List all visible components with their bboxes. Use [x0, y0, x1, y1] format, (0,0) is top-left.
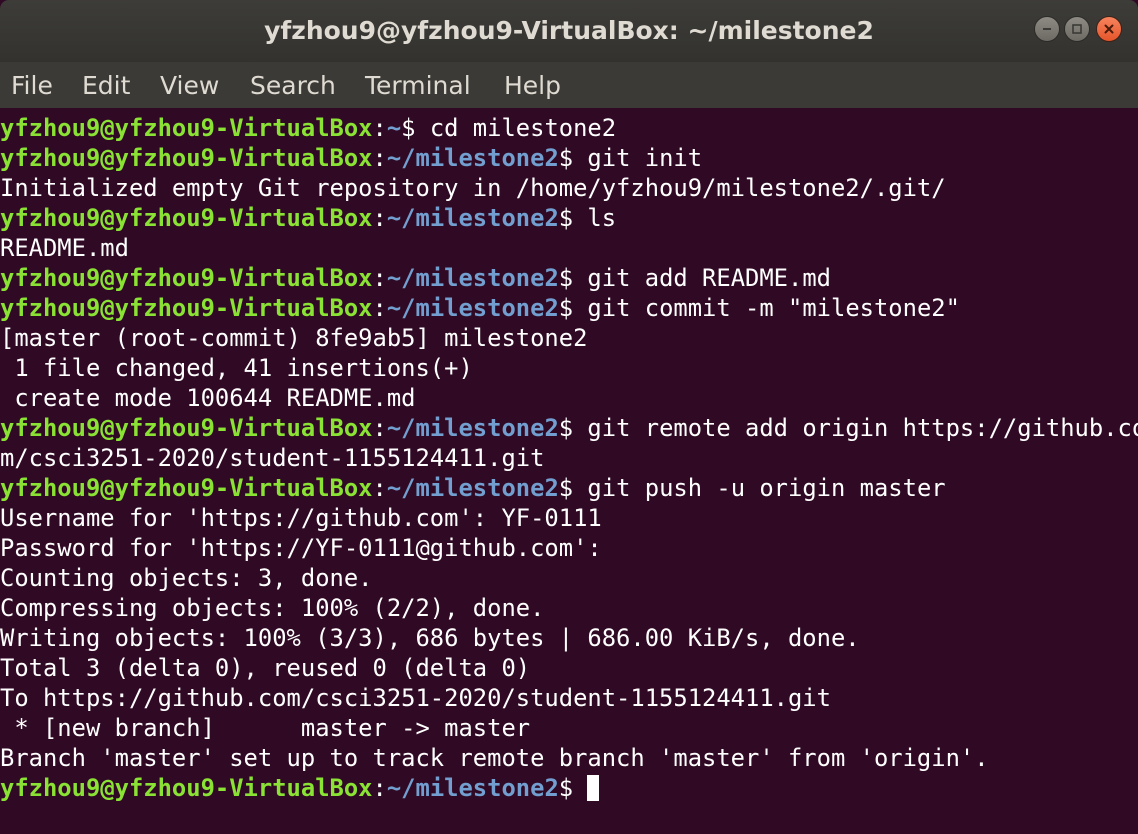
output-line: Counting objects: 3, done.	[0, 564, 373, 592]
menu-help[interactable]: Help	[504, 62, 561, 108]
command-text: $ git commit -m "milestone2"	[558, 294, 960, 322]
command-text: $ ls	[558, 204, 617, 232]
output-line: Initialized empty Git repository in /hom…	[0, 174, 946, 202]
text-cursor	[587, 775, 600, 801]
prompt-separator: :	[372, 204, 387, 232]
prompt-separator: :	[372, 774, 387, 802]
prompt-line: yfzhou9@yfzhou9-VirtualBox:~/milestone2$…	[0, 143, 1138, 173]
prompt-separator: :	[372, 114, 387, 142]
menu-terminal[interactable]: Terminal	[365, 62, 471, 108]
command-text: $ git remote add origin https://github.c…	[558, 414, 1138, 442]
maximize-button[interactable]	[1064, 16, 1090, 42]
menu-search[interactable]: Search	[250, 62, 336, 108]
prompt-line: yfzhou9@yfzhou9-VirtualBox:~/milestone2$…	[0, 293, 1138, 323]
menu-view[interactable]: View	[160, 62, 219, 108]
menu-bar: File Edit View Search Terminal Help	[0, 62, 1138, 108]
close-button[interactable]	[1096, 16, 1122, 42]
menu-edit[interactable]: Edit	[82, 62, 130, 108]
output-line: Compressing objects: 100% (2/2), done.	[0, 594, 545, 622]
command-text: $ git init	[558, 144, 703, 172]
maximize-icon	[1072, 24, 1082, 34]
prompt-path: ~/milestone2	[386, 144, 559, 172]
command-text: $ cd milestone2	[401, 114, 617, 142]
prompt-path: ~/milestone2	[386, 414, 559, 442]
prompt-line: yfzhou9@yfzhou9-VirtualBox:~/milestone2$…	[0, 263, 1138, 293]
prompt-separator: :	[372, 294, 387, 322]
minimize-button[interactable]	[1034, 16, 1060, 42]
output-line: Writing objects: 100% (3/3), 686 bytes |…	[0, 624, 860, 652]
prompt-path: ~/milestone2	[386, 204, 559, 232]
prompt-user: yfzhou9@yfzhou9-VirtualBox	[0, 474, 373, 502]
output-line: 1 file changed, 41 insertions(+)	[0, 354, 473, 382]
output-line: [master (root-commit) 8fe9ab5] milestone…	[0, 324, 588, 352]
command-text: $ git push -u origin master	[558, 474, 946, 502]
output-line: To https://github.com/csci3251-2020/stud…	[0, 684, 831, 712]
prompt-path: ~/milestone2	[386, 294, 559, 322]
close-icon	[1104, 24, 1114, 34]
prompt-user: yfzhou9@yfzhou9-VirtualBox	[0, 144, 373, 172]
prompt-user: yfzhou9@yfzhou9-VirtualBox	[0, 294, 373, 322]
prompt-separator: :	[372, 144, 387, 172]
prompt-line: yfzhou9@yfzhou9-VirtualBox:~/milestone2$…	[0, 203, 1138, 233]
command-text: $ git add README.md	[558, 264, 831, 292]
command-text: $	[558, 774, 588, 802]
output-line: create mode 100644 README.md	[0, 384, 416, 412]
title-bar[interactable]: yfzhou9@yfzhou9-VirtualBox: ~/milestone2	[0, 0, 1138, 62]
terminal-window: yfzhou9@yfzhou9-VirtualBox: ~/milestone2…	[0, 0, 1138, 834]
prompt-user: yfzhou9@yfzhou9-VirtualBox	[0, 774, 373, 802]
minimize-icon	[1043, 28, 1051, 30]
output-line: README.md	[0, 234, 129, 262]
output-line: Branch 'master' set up to track remote b…	[0, 744, 989, 772]
output-line: Password for 'https://YF-0111@github.com…	[0, 534, 602, 562]
output-line: * [new branch] master -> master	[0, 714, 531, 742]
prompt-separator: :	[372, 474, 387, 502]
prompt-path: ~/milestone2	[386, 264, 559, 292]
prompt-user: yfzhou9@yfzhou9-VirtualBox	[0, 264, 373, 292]
prompt-line: yfzhou9@yfzhou9-VirtualBox:~$ cd milesto…	[0, 113, 1138, 143]
prompt-line: yfzhou9@yfzhou9-VirtualBox:~/milestone2$…	[0, 413, 1138, 443]
terminal-output[interactable]: yfzhou9@yfzhou9-VirtualBox:~$ cd milesto…	[0, 108, 1138, 834]
prompt-separator: :	[372, 264, 387, 292]
output-line: Total 3 (delta 0), reused 0 (delta 0)	[0, 654, 531, 682]
prompt-path: ~/milestone2	[386, 474, 559, 502]
prompt-line: yfzhou9@yfzhou9-VirtualBox:~/milestone2$…	[0, 473, 1138, 503]
window-title: yfzhou9@yfzhou9-VirtualBox: ~/milestone2	[264, 16, 874, 45]
output-line: Username for 'https://github.com': YF-01…	[0, 504, 602, 532]
menu-file[interactable]: File	[11, 62, 53, 108]
output-line: m/csci3251-2020/student-1155124411.git	[0, 444, 545, 472]
prompt-separator: :	[372, 414, 387, 442]
prompt-path: ~	[386, 114, 402, 142]
prompt-line: yfzhou9@yfzhou9-VirtualBox:~/milestone2$	[0, 773, 1138, 803]
prompt-user: yfzhou9@yfzhou9-VirtualBox	[0, 204, 373, 232]
prompt-user: yfzhou9@yfzhou9-VirtualBox	[0, 114, 373, 142]
prompt-user: yfzhou9@yfzhou9-VirtualBox	[0, 414, 373, 442]
prompt-path: ~/milestone2	[386, 774, 559, 802]
